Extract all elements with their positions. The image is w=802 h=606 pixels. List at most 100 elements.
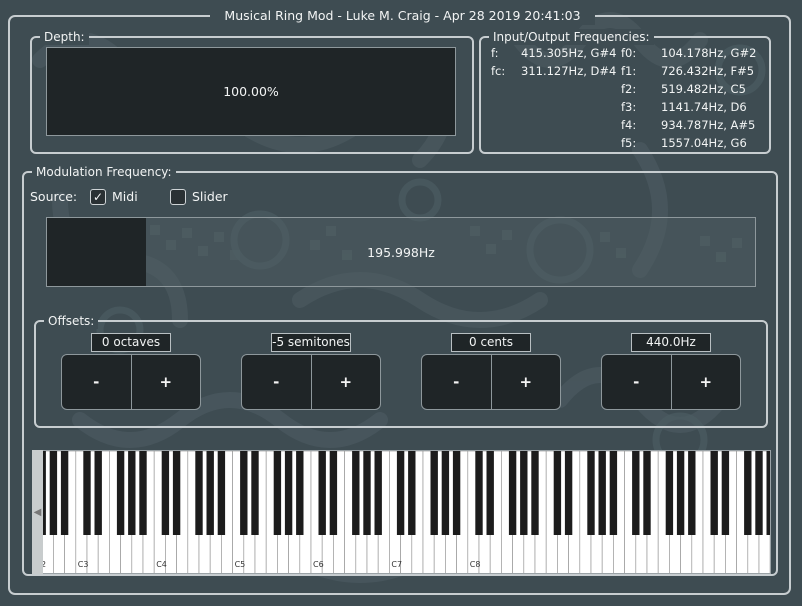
cents-stepper: - + — [421, 354, 561, 410]
black-key[interactable] — [60, 451, 69, 535]
input-freq-value: 415.305Hz, G#4 — [521, 46, 617, 60]
depth-value: 100.00% — [223, 84, 279, 99]
black-key[interactable] — [710, 451, 718, 535]
reference-plus-button[interactable]: + — [670, 355, 741, 409]
black-key[interactable] — [766, 451, 771, 535]
carrier-freq-key: fc: — [491, 64, 506, 78]
black-key[interactable] — [161, 451, 170, 535]
semitones-plus-button[interactable]: + — [310, 355, 381, 409]
black-key[interactable] — [374, 451, 382, 535]
modulation-frequency-value: 195.998Hz — [367, 244, 435, 260]
output-freq-key: f5: — [621, 136, 637, 150]
black-key[interactable] — [665, 451, 674, 535]
black-key[interactable] — [755, 451, 763, 535]
octave-label: C8 — [470, 560, 481, 569]
black-key[interactable] — [318, 451, 326, 535]
output-freq-value: 726.432Hz, F#5 — [661, 64, 755, 78]
black-key[interactable] — [486, 451, 494, 535]
black-key[interactable] — [598, 451, 606, 535]
black-key[interactable] — [408, 451, 416, 535]
white-key[interactable] — [769, 451, 771, 574]
piano-keyboard[interactable]: 2 C3 C4 C5 C6 C7 C8 — [32, 450, 771, 574]
source-label: Source: — [30, 189, 78, 204]
cents-plus-button[interactable]: + — [490, 355, 561, 409]
black-key[interactable] — [273, 451, 282, 535]
black-key[interactable] — [744, 451, 752, 535]
black-key[interactable] — [83, 451, 91, 535]
black-key[interactable] — [452, 451, 461, 535]
black-key[interactable] — [564, 451, 573, 535]
cents-minus-button[interactable]: - — [422, 355, 491, 409]
black-key[interactable] — [531, 451, 539, 535]
black-key[interactable] — [396, 451, 405, 535]
black-key[interactable] — [329, 451, 338, 535]
octave-label: C5 — [235, 560, 246, 569]
black-key[interactable] — [116, 451, 125, 535]
black-key[interactable] — [508, 451, 517, 535]
reference-stepper: - + — [601, 354, 741, 410]
output-freq-value: 934.787Hz, A#5 — [661, 118, 756, 132]
carrier-freq-value: 311.127Hz, D#4 — [521, 64, 617, 78]
black-key[interactable] — [721, 451, 730, 535]
arrow-left-icon: ◀ — [33, 506, 42, 518]
reference-minus-button[interactable]: - — [602, 355, 671, 409]
octaves-stepper: - + — [61, 354, 201, 410]
black-key[interactable] — [688, 451, 696, 535]
keyboard-scroll-left-button[interactable]: ◀ — [32, 450, 43, 574]
black-key[interactable] — [251, 451, 259, 535]
black-key[interactable] — [217, 451, 226, 535]
window-title: Musical Ring Mod - Luke M. Craig - Apr 2… — [210, 7, 595, 25]
io-frequencies-label: Input/Output Frequencies: — [489, 29, 654, 45]
black-key[interactable] — [676, 451, 685, 535]
output-freq-key: f2: — [621, 82, 637, 96]
slider-checkbox[interactable] — [170, 189, 186, 205]
black-key[interactable] — [430, 451, 438, 535]
cents-display: 0 cents — [451, 333, 531, 352]
black-key[interactable] — [441, 451, 450, 535]
black-key[interactable] — [553, 451, 562, 535]
black-key[interactable] — [49, 451, 58, 535]
octave-label: C3 — [78, 560, 89, 569]
black-key[interactable] — [609, 451, 618, 535]
black-key[interactable] — [284, 451, 293, 535]
modulation-label: Modulation Frequency: — [32, 164, 176, 180]
black-key[interactable] — [643, 451, 651, 535]
black-key[interactable] — [94, 451, 102, 535]
slider-label: Slider — [192, 189, 228, 204]
depth-label: Depth: — [40, 29, 89, 45]
checkmark-icon: ✓ — [92, 190, 104, 204]
black-key[interactable] — [240, 451, 248, 535]
black-key[interactable] — [352, 451, 360, 535]
output-freq-value: 104.178Hz, G#2 — [661, 46, 757, 60]
output-freq-key: f3: — [621, 100, 637, 114]
semitones-stepper: - + — [241, 354, 381, 410]
black-key[interactable] — [363, 451, 371, 535]
black-key[interactable] — [587, 451, 595, 535]
offsets-label: Offsets: — [44, 313, 99, 329]
depth-slider[interactable]: 100.00% — [46, 47, 456, 136]
black-key[interactable] — [195, 451, 203, 535]
octave-label: C7 — [391, 560, 402, 569]
midi-label: Midi — [112, 189, 138, 204]
output-freq-key: f0: — [621, 46, 637, 60]
semitones-display: -5 semitones — [271, 333, 351, 352]
black-key[interactable] — [128, 451, 136, 535]
black-key[interactable] — [475, 451, 483, 535]
octaves-minus-button[interactable]: - — [62, 355, 131, 409]
input-freq-key: f: — [491, 46, 499, 60]
black-key[interactable] — [296, 451, 304, 535]
black-key[interactable] — [206, 451, 214, 535]
midi-checkbox[interactable]: ✓ — [90, 189, 106, 205]
semitones-minus-button[interactable]: - — [242, 355, 311, 409]
output-freq-value: 519.482Hz, C5 — [661, 82, 746, 96]
keyboard-keys[interactable]: 2 C3 C4 C5 C6 C7 C8 — [33, 451, 771, 574]
black-key[interactable] — [139, 451, 147, 535]
black-key[interactable] — [172, 451, 181, 535]
modulation-frequency-slider[interactable]: 195.998Hz — [46, 217, 756, 287]
black-key[interactable] — [520, 451, 528, 535]
octaves-plus-button[interactable]: + — [130, 355, 201, 409]
output-freq-key: f4: — [621, 118, 637, 132]
reference-display: 440.0Hz — [631, 333, 711, 352]
black-key[interactable] — [632, 451, 640, 535]
output-freq-key: f1: — [621, 64, 637, 78]
